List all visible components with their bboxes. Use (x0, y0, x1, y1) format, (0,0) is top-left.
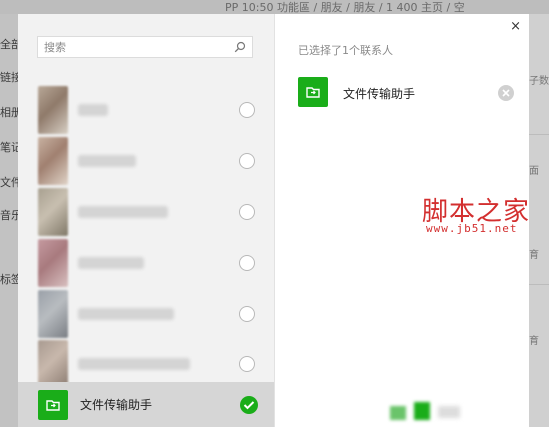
background-right-label: 育 (529, 250, 539, 261)
contact-name-blurred (78, 104, 108, 116)
watermark-url: www.jb51.net (426, 222, 518, 235)
search-box[interactable] (37, 36, 253, 58)
background-right-label: 子数 (529, 76, 549, 87)
blurred-button (414, 402, 430, 420)
close-icon[interactable]: × (510, 20, 521, 34)
contact-row[interactable] (18, 290, 274, 338)
contact-list-panel: 文件传输助手 (18, 14, 275, 427)
contact-row[interactable] (18, 340, 274, 388)
select-radio[interactable] (239, 102, 255, 118)
contact-name-blurred (78, 257, 144, 269)
contact-row[interactable] (18, 188, 274, 236)
selected-count-title: 已选择了1个联系人 (298, 44, 393, 57)
search-icon[interactable] (234, 41, 246, 53)
file-transfer-icon (298, 77, 328, 107)
file-transfer-icon (38, 390, 68, 420)
contact-name-blurred (78, 308, 174, 320)
contact-name-blurred (78, 358, 190, 370)
select-radio[interactable] (239, 153, 255, 169)
selected-contact-item: 文件传输助手 (298, 77, 528, 109)
avatar (38, 340, 68, 388)
avatar (38, 137, 68, 185)
contact-row[interactable] (18, 137, 274, 185)
blurred-button (438, 406, 460, 418)
contact-row[interactable] (18, 86, 274, 134)
avatar (38, 188, 68, 236)
contact-name: 文件传输助手 (80, 398, 153, 412)
selected-contact-name: 文件传输助手 (343, 87, 416, 101)
avatar (38, 239, 68, 287)
avatar (38, 86, 68, 134)
avatar (38, 290, 68, 338)
contact-name-blurred (78, 155, 136, 167)
blurred-footer-buttons (390, 398, 470, 420)
select-radio[interactable] (239, 204, 255, 220)
select-radio[interactable] (239, 356, 255, 372)
check-icon[interactable] (240, 396, 258, 414)
select-radio[interactable] (239, 255, 255, 271)
background-right-label: 面 (529, 166, 539, 177)
background-right-label: 育 (529, 336, 539, 347)
contact-row[interactable] (18, 239, 274, 287)
select-radio[interactable] (239, 306, 255, 322)
remove-icon[interactable] (498, 85, 514, 101)
blurred-button (390, 406, 406, 420)
contact-name-blurred (78, 206, 168, 218)
background-top-bar: PP 10:50 功能區 / 朋友 / 朋友 / 1 400 主页 / 空 (0, 0, 549, 14)
background-breadcrumb: PP 10:50 功能區 / 朋友 / 朋友 / 1 400 主页 / 空 (225, 1, 465, 14)
background-left-nav: 全部 链接 相册 笔记 文件 音乐 标签 (0, 14, 22, 427)
contact-row-file-transfer[interactable]: 文件传输助手 (18, 382, 274, 427)
search-input[interactable] (44, 39, 224, 55)
